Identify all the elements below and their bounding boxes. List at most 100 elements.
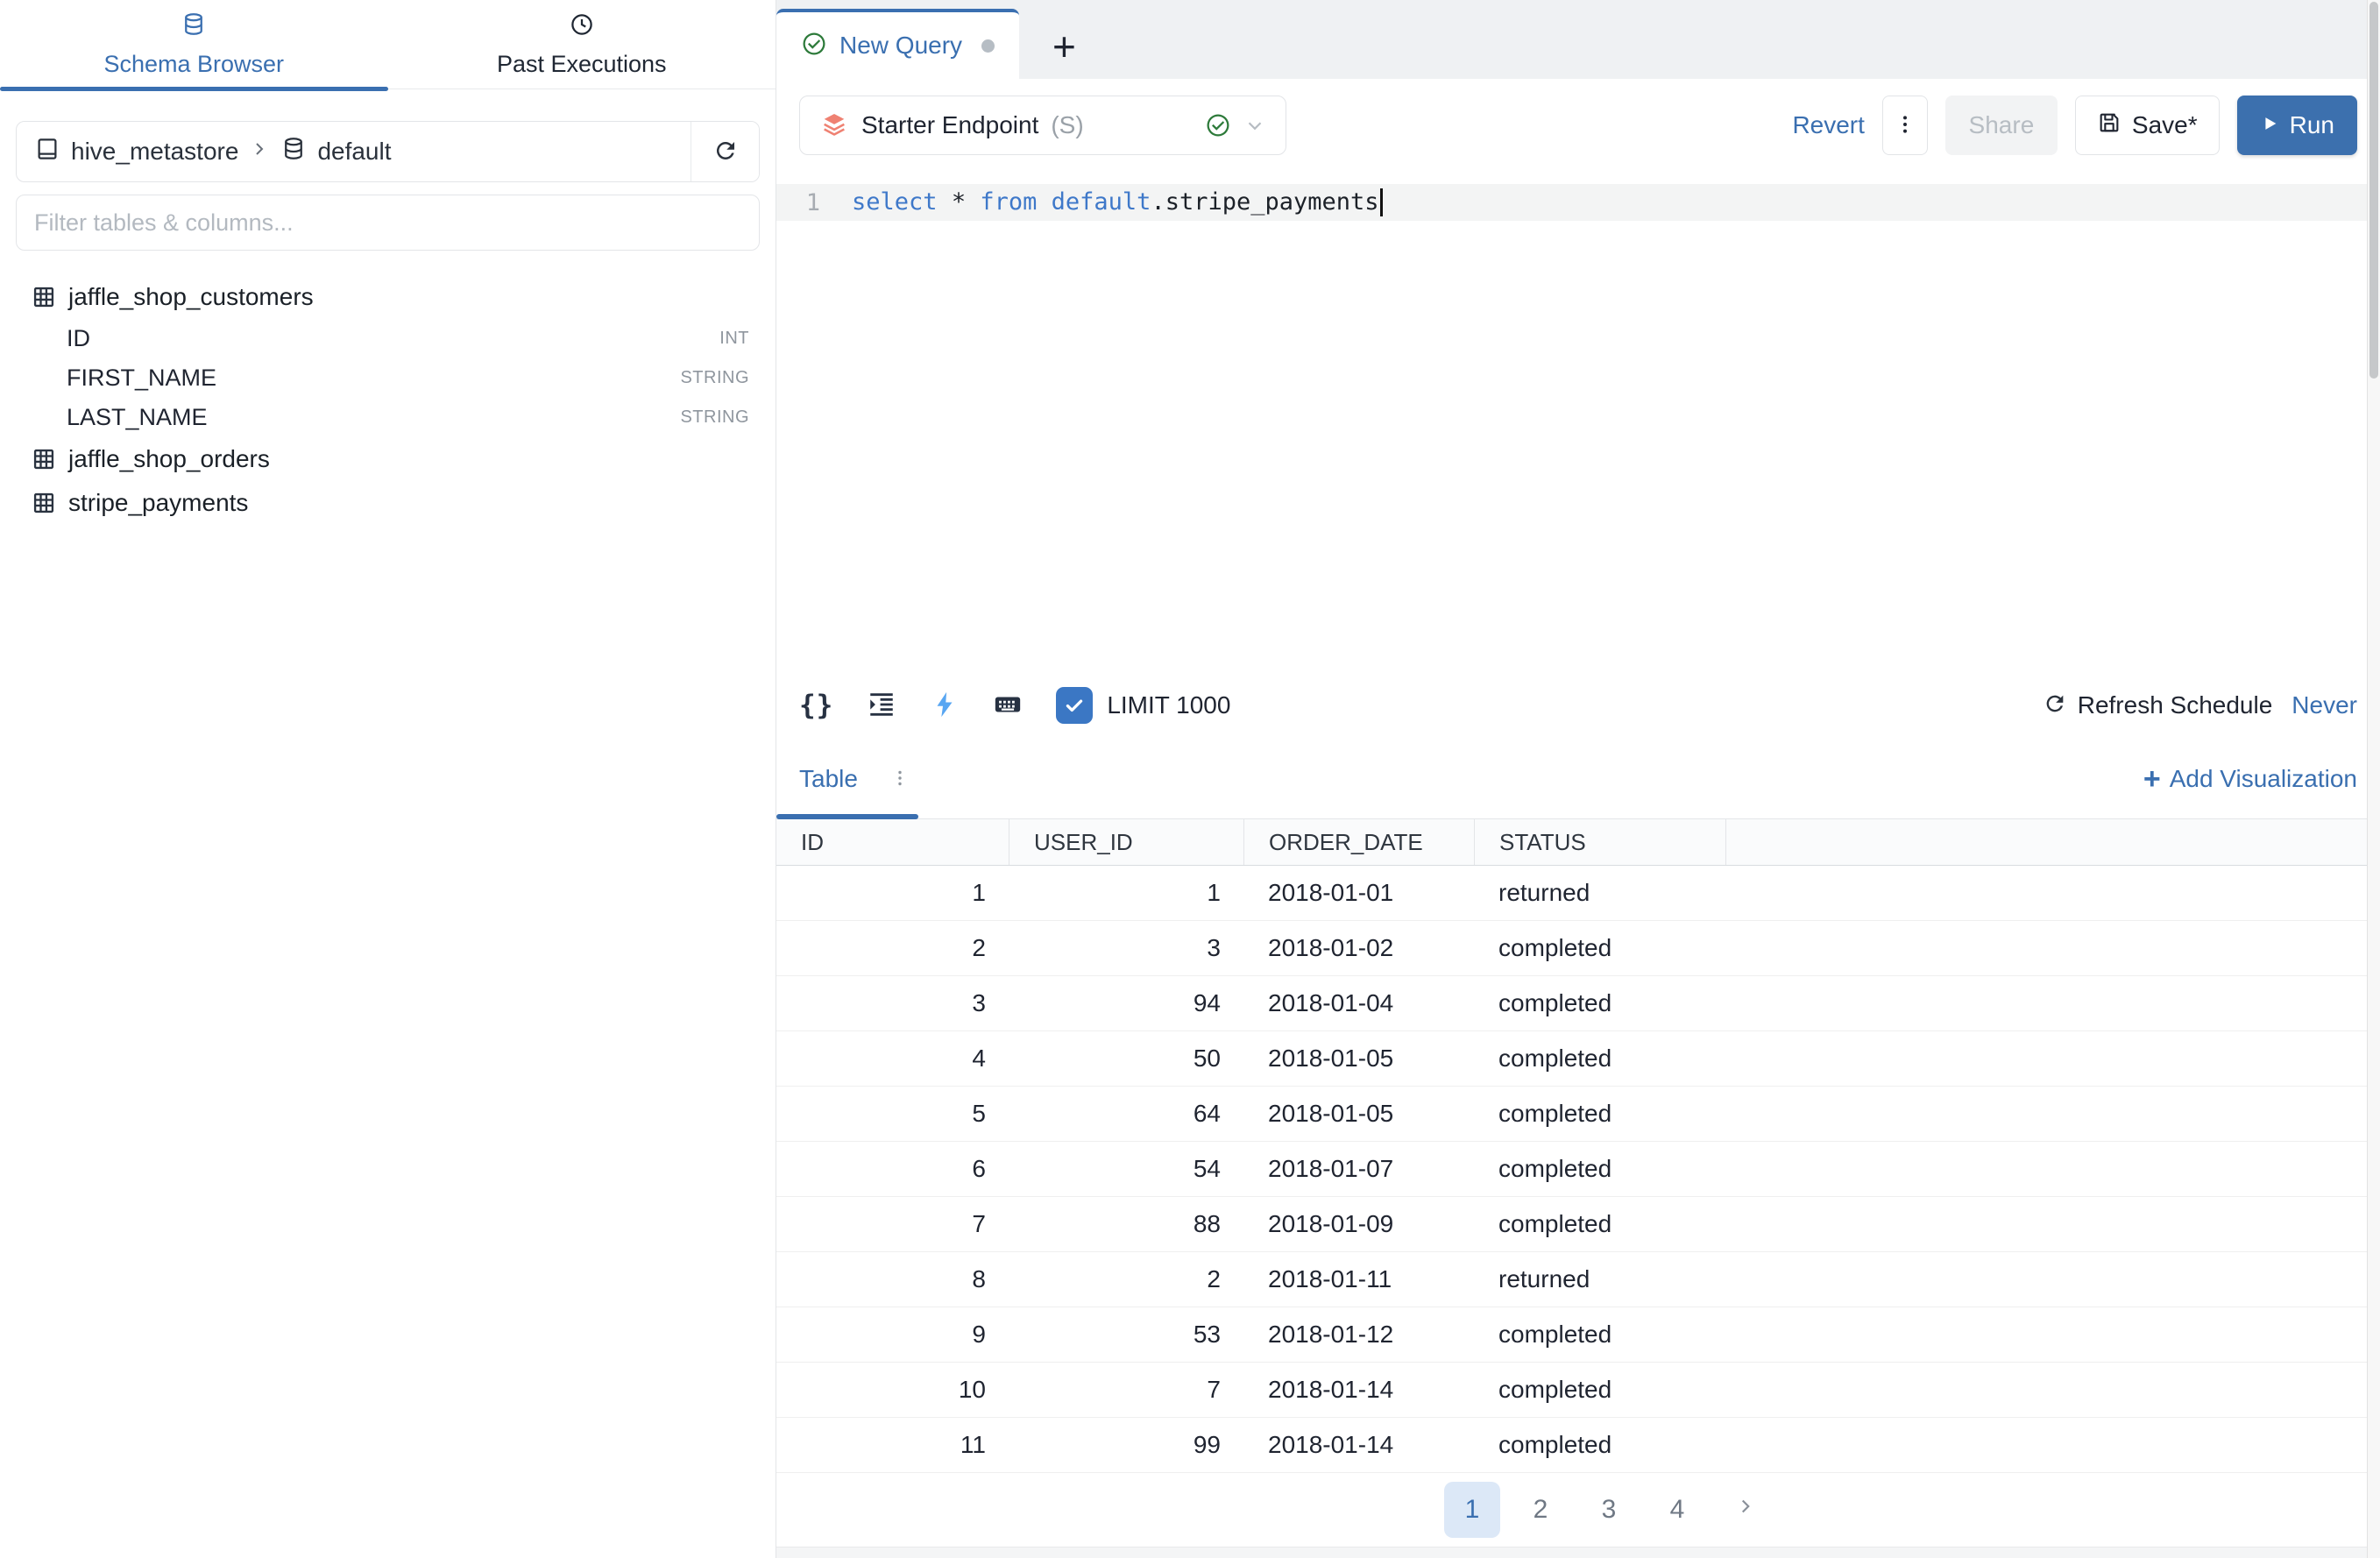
main-panel: New Query + Starter Endpoint (S) bbox=[776, 0, 2380, 1558]
add-tab-button[interactable]: + bbox=[1052, 26, 1076, 67]
table-cell bbox=[1726, 866, 2380, 920]
endpoint-size: (S) bbox=[1051, 111, 1083, 139]
table-row: 9532018-01-12completed bbox=[776, 1307, 2380, 1363]
refresh-schedule-value[interactable]: Never bbox=[2291, 691, 2357, 719]
column-type: INT bbox=[719, 329, 749, 349]
table-cell bbox=[1726, 976, 2380, 1030]
checkbox-checked-icon[interactable] bbox=[1056, 687, 1093, 724]
keyboard-shortcuts-button[interactable] bbox=[993, 690, 1023, 722]
line-number: 1 bbox=[776, 189, 820, 216]
action-buttons: Revert Share Save* Run bbox=[1792, 96, 2357, 155]
sidebar-tab-label: Schema Browser bbox=[103, 51, 284, 78]
refresh-schedule-label: Refresh Schedule bbox=[2078, 691, 2273, 719]
indent-icon bbox=[867, 690, 896, 722]
table-name: jaffle_shop_orders bbox=[68, 445, 270, 473]
refresh-schedule: Refresh Schedule Never bbox=[2043, 691, 2357, 720]
schema-breadcrumb-box: hive_metastore default bbox=[16, 121, 760, 182]
page-button-3[interactable]: 3 bbox=[1581, 1482, 1637, 1538]
endpoint-name: Starter Endpoint bbox=[861, 111, 1038, 139]
query-menu-button[interactable] bbox=[1882, 96, 1928, 155]
table-cell: 54 bbox=[1009, 1142, 1244, 1196]
format-query-button[interactable]: {} bbox=[799, 690, 833, 721]
table-row: 3942018-01-04completed bbox=[776, 976, 2380, 1031]
table-cell bbox=[1726, 1197, 2380, 1251]
revert-button[interactable]: Revert bbox=[1792, 111, 1864, 139]
results-body: 112018-01-01returned232018-01-02complete… bbox=[776, 866, 2380, 1473]
table-cell bbox=[1726, 1142, 2380, 1196]
vertical-scrollbar[interactable] bbox=[2367, 0, 2380, 1558]
page-button-1[interactable]: 1 bbox=[1444, 1482, 1500, 1538]
table-cell: completed bbox=[1475, 1363, 1726, 1417]
check-circle-icon bbox=[801, 31, 827, 61]
table-name: jaffle_shop_customers bbox=[68, 283, 314, 311]
column-type: STRING bbox=[680, 407, 749, 428]
table-grid-icon bbox=[32, 285, 56, 309]
chevron-right-icon bbox=[1734, 1495, 1757, 1525]
filter-input[interactable] bbox=[16, 195, 760, 251]
table-cell: 2018-01-11 bbox=[1244, 1252, 1475, 1307]
table-cell: 50 bbox=[1009, 1031, 1244, 1086]
code-line: 1 select * from default.stripe_payments bbox=[776, 184, 2380, 221]
table-cell: 2018-01-04 bbox=[1244, 976, 1475, 1030]
share-button[interactable]: Share bbox=[1945, 96, 2058, 155]
table-cell: 8 bbox=[776, 1252, 1009, 1307]
table-cell: 53 bbox=[1009, 1307, 1244, 1362]
plus-icon: + bbox=[2143, 764, 2161, 794]
table-cell: 2 bbox=[1009, 1252, 1244, 1307]
column-header-filler bbox=[1726, 819, 2380, 865]
tab-new-query[interactable]: New Query bbox=[776, 9, 1019, 79]
table-cell: returned bbox=[1475, 1252, 1726, 1307]
sidebar-tab-label: Past Executions bbox=[497, 51, 667, 78]
table-cell: 2018-01-12 bbox=[1244, 1307, 1475, 1362]
visualization-menu-button[interactable] bbox=[889, 768, 910, 791]
results-panel: ID USER_ID ORDER_DATE STATUS 112018-01-0… bbox=[776, 819, 2380, 1547]
column-header-order-date: ORDER_DATE bbox=[1244, 819, 1475, 865]
table-row: 7882018-01-09completed bbox=[776, 1197, 2380, 1252]
schema-column-item[interactable]: FIRST_NAMESTRING bbox=[0, 358, 776, 398]
table-cell bbox=[1726, 1087, 2380, 1141]
run-button-label: Run bbox=[2290, 111, 2334, 139]
endpoint-selector[interactable]: Starter Endpoint (S) bbox=[799, 96, 1286, 155]
add-visualization-button[interactable]: + Add Visualization bbox=[2143, 764, 2357, 794]
visualization-tabs-row: Table + Add Visualization bbox=[776, 740, 2380, 819]
table-grid-icon bbox=[32, 447, 56, 471]
scrollbar-thumb[interactable] bbox=[2369, 2, 2378, 379]
tab-schema-browser[interactable]: Schema Browser bbox=[0, 0, 388, 89]
table-cell: completed bbox=[1475, 1418, 1726, 1472]
breadcrumb-schema[interactable]: default bbox=[317, 138, 391, 166]
table-cell: completed bbox=[1475, 1307, 1726, 1362]
save-button[interactable]: Save* bbox=[2075, 96, 2220, 155]
breadcrumb[interactable]: hive_metastore default bbox=[17, 136, 691, 168]
query-editor[interactable]: 1 select * from default.stripe_payments bbox=[776, 172, 2380, 671]
table-cell: 9 bbox=[776, 1307, 1009, 1362]
next-page-button[interactable] bbox=[1718, 1482, 1774, 1538]
limit-toggle[interactable]: LIMIT 1000 bbox=[1056, 687, 1230, 724]
table-row: 6542018-01-07completed bbox=[776, 1142, 2380, 1197]
sidebar: Schema Browser Past Executions hive_meta… bbox=[0, 0, 776, 1558]
tab-table-visualization[interactable]: Table bbox=[799, 765, 858, 793]
catalog-icon bbox=[34, 136, 60, 168]
results-header: ID USER_ID ORDER_DATE STATUS bbox=[776, 819, 2380, 866]
schema-table-item[interactable]: stripe_payments bbox=[0, 481, 776, 525]
schema-table-item[interactable]: jaffle_shop_orders bbox=[0, 437, 776, 481]
clock-icon bbox=[569, 11, 595, 44]
schema-column-item[interactable]: LAST_NAMESTRING bbox=[0, 398, 776, 437]
table-row: 5642018-01-05completed bbox=[776, 1087, 2380, 1142]
live-autocomplete-button[interactable] bbox=[930, 690, 960, 722]
schema-refresh-button[interactable] bbox=[691, 122, 759, 181]
schema-table-item[interactable]: jaffle_shop_customers bbox=[0, 275, 776, 319]
page-button-4[interactable]: 4 bbox=[1649, 1482, 1705, 1538]
braces-icon: {} bbox=[799, 690, 833, 721]
table-cell: 7 bbox=[1009, 1363, 1244, 1417]
auto-indent-button[interactable] bbox=[867, 690, 896, 722]
run-button[interactable]: Run bbox=[2237, 96, 2357, 155]
table-cell: 2018-01-14 bbox=[1244, 1418, 1475, 1472]
tab-past-executions[interactable]: Past Executions bbox=[388, 0, 776, 89]
refresh-icon bbox=[2043, 691, 2067, 720]
page-button-2[interactable]: 2 bbox=[1512, 1482, 1569, 1538]
check-circle-icon bbox=[1205, 112, 1231, 138]
breadcrumb-catalog[interactable]: hive_metastore bbox=[71, 138, 238, 166]
schema-column-item[interactable]: IDINT bbox=[0, 319, 776, 358]
column-header-status: STATUS bbox=[1475, 819, 1726, 865]
query-tab-bar: New Query + bbox=[776, 0, 2380, 79]
